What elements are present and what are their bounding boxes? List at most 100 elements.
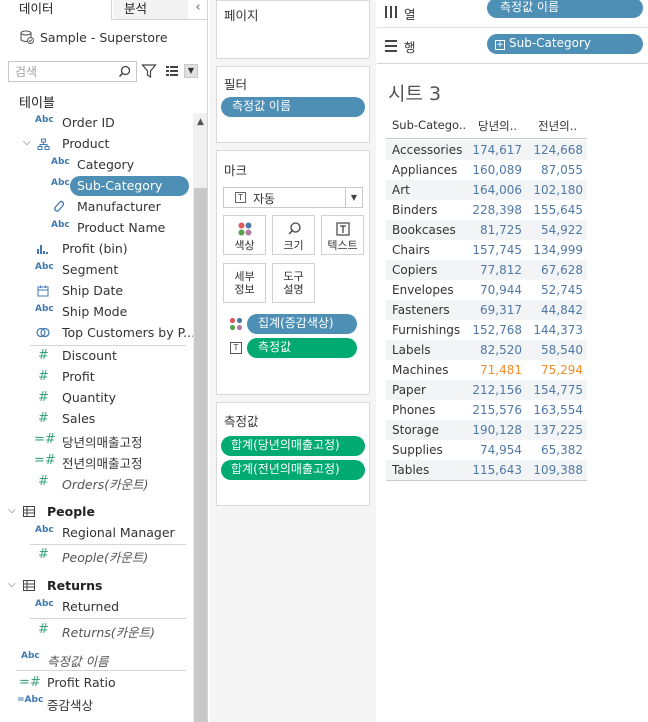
field-sales[interactable]: # Sales [0,409,192,430]
rows-shelf[interactable]: 행 + Sub-Category [377,33,648,61]
previous-year-value[interactable]: 54,922 [541,223,583,237]
mark-type-dropdown[interactable]: T 자동 ▼ [223,187,363,208]
current-year-value[interactable]: 74,954 [480,443,522,457]
measure-pill[interactable]: 합계(당년의매출고정) [221,436,365,456]
measure-pill[interactable]: 합계(전년의매출고정) [221,460,365,480]
previous-year-value[interactable]: 58,540 [541,343,583,357]
table-row[interactable]: Machines 71,481 75,294 [386,360,587,380]
field-returns-count[interactable]: # Returns(카운트) [0,620,192,641]
table-row[interactable]: Accessories 174,617 124,668 [386,140,587,160]
table-row[interactable]: Envelopes 70,944 52,745 [386,280,587,300]
expand-icon[interactable]: + [495,40,505,50]
search-icon[interactable] [118,65,131,78]
current-year-value[interactable]: 70,944 [480,283,522,297]
field-regional-manager[interactable]: Abc Regional Manager [0,523,192,544]
header-sub-category[interactable]: Sub-Catego.. [392,118,467,137]
list-view-icon[interactable] [165,64,179,78]
field-manufacturer[interactable]: Manufacturer [0,197,192,218]
field-people-count[interactable]: # People(카운트) [0,545,192,566]
field-returned[interactable]: Abc Returned [0,597,192,618]
table-row[interactable]: Appliances 160,089 87,055 [386,160,587,180]
field-measure-names[interactable]: Abc 측정값 이름 [0,649,192,670]
previous-year-value[interactable]: 65,382 [541,443,583,457]
scroll-up-icon[interactable]: ▲ [194,113,207,131]
scrollbar-thumb[interactable] [194,188,207,722]
field-sub-category[interactable]: Abc Sub-Category [0,176,192,197]
table-people[interactable]: ⌵ People [0,502,192,523]
previous-year-value[interactable]: 144,373 [533,323,583,337]
tooltip-button[interactable]: 도구 설명 [272,263,315,303]
table-row[interactable]: Storage 190,128 137,225 [386,420,587,440]
current-year-value[interactable]: 77,812 [480,263,522,277]
columns-shelf[interactable]: 열 측정값 이름 [377,0,648,28]
field-discount[interactable]: # Discount [0,346,192,367]
chevron-down-icon[interactable]: ⌵ [8,505,16,516]
current-year-value[interactable]: 157,745 [472,243,522,257]
text-pill[interactable]: 측정값 [247,338,357,358]
previous-year-value[interactable]: 134,999 [533,243,583,257]
current-year-value[interactable]: 228,398 [472,203,522,217]
previous-year-value[interactable]: 67,628 [541,263,583,277]
table-row[interactable]: Supplies 74,954 65,382 [386,440,587,460]
data-source[interactable]: Sample - Superstore [20,28,168,46]
previous-year-value[interactable]: 87,055 [541,163,583,177]
search-input[interactable] [15,64,115,79]
text-button[interactable]: 텍스트 [321,215,364,255]
field-category[interactable]: Abc Category [0,155,192,176]
previous-year-value[interactable]: 124,668 [533,143,583,157]
previous-year-value[interactable]: 109,388 [533,463,583,477]
previous-year-value[interactable]: 137,225 [533,423,583,437]
tab-data[interactable]: 데이터 [0,0,112,21]
current-year-value[interactable]: 212,156 [472,383,522,397]
previous-year-value[interactable]: 163,554 [533,403,583,417]
rows-pill[interactable]: + Sub-Category [487,34,643,54]
color-button[interactable]: 색상 [223,215,266,255]
field-product-hierarchy[interactable]: ⌵ Product [0,134,192,155]
pages-shelf[interactable]: 페이지 [216,0,370,59]
field-top-customers-set[interactable]: Top Customers by P... [0,323,195,344]
color-pill[interactable]: 집계(증감색상) [247,314,357,334]
field-ship-date[interactable]: Ship Date [0,281,192,302]
table-row[interactable]: Labels 82,520 58,540 [386,340,587,360]
current-year-value[interactable]: 190,128 [472,423,522,437]
table-returns[interactable]: ⌵ Returns [0,576,192,597]
field-product-name[interactable]: Abc Product Name [0,218,192,239]
table-row[interactable]: Copiers 77,812 67,628 [386,260,587,280]
measure-values-card[interactable]: 측정값 합계(당년의매출고정) 합계(전년의매출고정) [216,402,370,506]
current-year-value[interactable]: 71,481 [480,363,522,377]
previous-year-value[interactable]: 75,294 [541,363,583,377]
columns-pill[interactable]: 측정값 이름 [487,0,643,18]
table-row[interactable]: Paper 212,156 154,775 [386,380,587,400]
field-orders-count[interactable]: # Orders(카운트) [0,472,192,493]
field-profit-ratio[interactable]: =# Profit Ratio [0,673,192,694]
filters-shelf[interactable]: 필터 측정값 이름 [216,66,370,143]
current-year-value[interactable]: 215,576 [472,403,522,417]
collapse-pane-icon[interactable]: ‹ [190,1,206,17]
tab-analysis[interactable]: 분석 [113,0,188,19]
table-row[interactable]: Binders 228,398 155,645 [386,200,587,220]
worksheet-view[interactable]: 시트 3 Sub-Catego.. 당년의.. 전년의.. Accessorie… [377,63,648,722]
previous-year-value[interactable]: 154,775 [533,383,583,397]
current-year-value[interactable]: 81,725 [480,223,522,237]
current-year-value[interactable]: 115,643 [472,463,522,477]
table-row[interactable]: Tables 115,643 109,388 [386,460,587,480]
field-ship-mode[interactable]: Abc Ship Mode [0,302,192,323]
field-profit[interactable]: # Profit [0,367,192,388]
table-row[interactable]: Art 164,006 102,180 [386,180,587,200]
filter-icon[interactable] [141,62,157,80]
table-row[interactable]: Phones 215,576 163,554 [386,400,587,420]
view-toggle[interactable]: ▼ [165,62,201,80]
field-search[interactable] [8,61,137,82]
current-year-value[interactable]: 174,617 [472,143,522,157]
current-year-value[interactable]: 152,768 [472,323,522,337]
previous-year-value[interactable]: 44,842 [541,303,583,317]
table-row[interactable]: Chairs 157,745 134,999 [386,240,587,260]
current-year-value[interactable]: 69,317 [480,303,522,317]
table-row[interactable]: Fasteners 69,317 44,842 [386,300,587,320]
chevron-down-icon[interactable]: ▼ [345,188,362,207]
field-current-year-sales[interactable]: =# 당년의매출고정 [0,430,192,451]
current-year-value[interactable]: 164,006 [472,183,522,197]
table-row[interactable]: Furnishings 152,768 144,373 [386,320,587,340]
field-profit-bin[interactable]: Profit (bin) [0,239,192,260]
field-quantity[interactable]: # Quantity [0,388,192,409]
